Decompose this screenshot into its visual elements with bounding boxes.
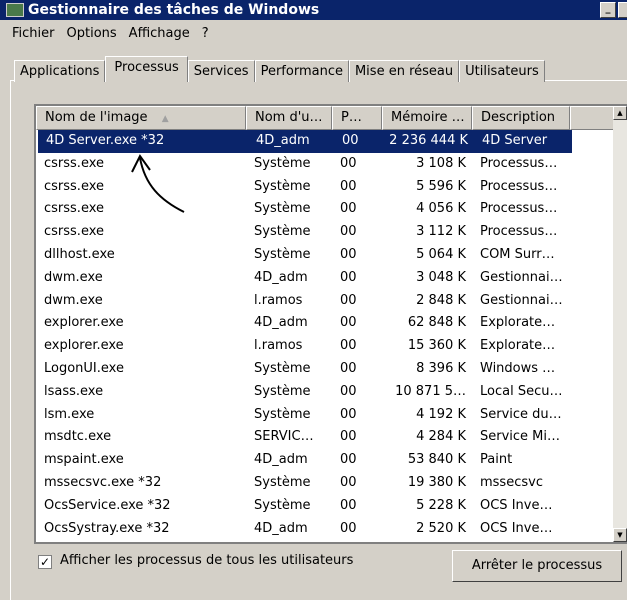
tab-processus[interactable]: Processus	[105, 56, 188, 82]
show-all-users-checkbox[interactable]: ✓	[38, 555, 52, 569]
annotation-arrow	[131, 154, 185, 213]
end-process-button[interactable]: Arrêter le processus	[452, 550, 622, 582]
show-all-users-label[interactable]: Afficher les processus de tous les utili…	[60, 553, 353, 568]
